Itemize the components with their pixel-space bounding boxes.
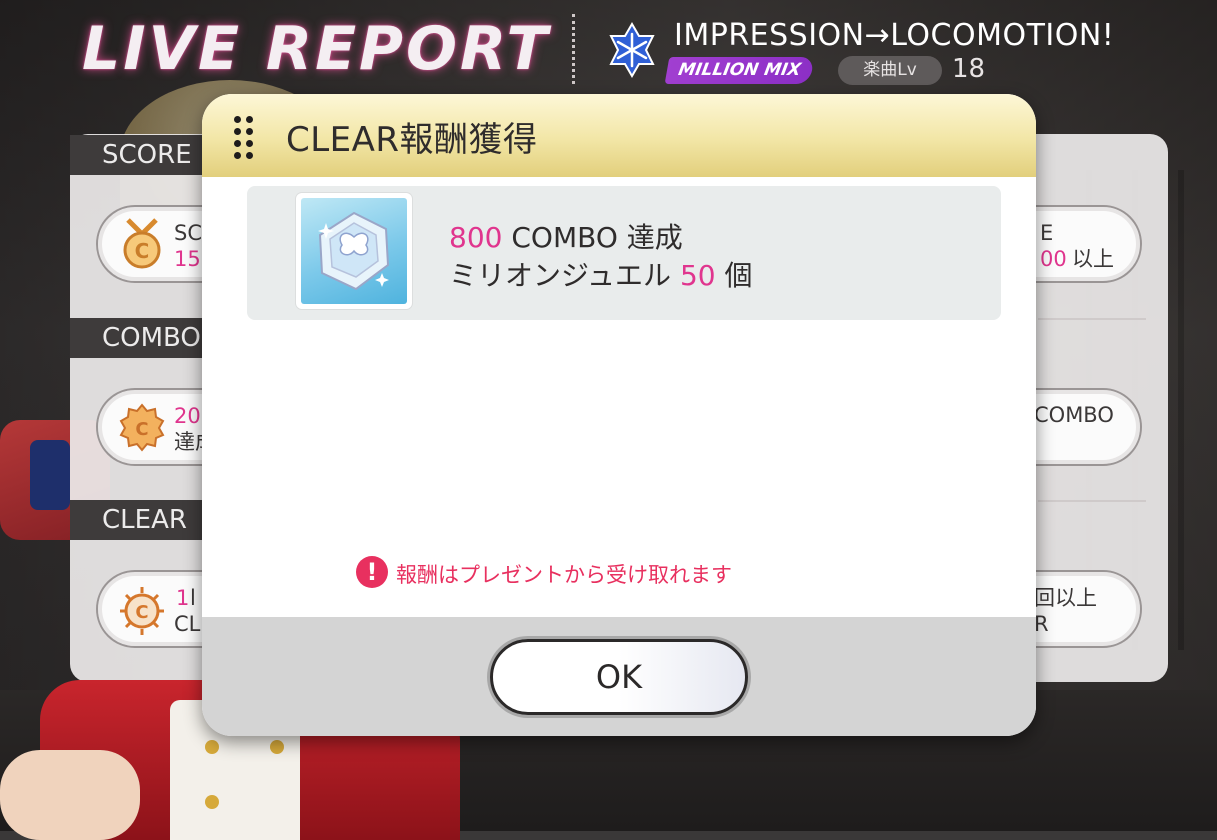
combo-target-line1: COMBO [1034, 403, 1114, 427]
clear-mission-line1: 1 [176, 586, 190, 610]
combo-mission-line1: 20 [174, 404, 201, 428]
clear-mission-line2: CL [174, 612, 201, 636]
score-mission-line1: SC [174, 221, 202, 245]
song-title: IMPRESSION→LOCOMOTION! [674, 18, 1115, 53]
panel-divider [1038, 318, 1146, 320]
dialog-title: CLEAR報酬獲得 [286, 120, 538, 160]
reward-icon-frame [296, 193, 412, 309]
live-report-title: LIVE REPORT [82, 14, 551, 84]
dialog-header: CLEAR報酬獲得 [202, 94, 1036, 177]
score-target-line1: E [1040, 221, 1054, 245]
score-target-value: 00 [1040, 247, 1067, 271]
clear-target-line2: R [1034, 612, 1049, 636]
grip-icon [234, 116, 256, 160]
character-cuff [30, 440, 70, 510]
combo-text: COMBO 達成 [511, 221, 683, 254]
character-button [205, 740, 219, 754]
notice-text: 報酬はプレゼントから受け取れます [396, 563, 732, 587]
combo-medal-icon: C [119, 403, 165, 452]
reward-item-count: 50 [679, 259, 716, 292]
combo-count: 800 [449, 221, 503, 254]
million-mix-badge: MILLION MIX [664, 57, 815, 84]
header-divider [572, 14, 575, 84]
ok-button[interactable]: OK [490, 639, 748, 715]
reward-item: ミリオンジュエル 50 個 [449, 254, 753, 294]
character-button [205, 795, 219, 809]
clear-reward-dialog: CLEAR報酬獲得 800 COMBO 達成 ミリオンジュエル 50 個 ! 報… [202, 94, 1036, 736]
clear-medal-icon: C [120, 587, 164, 635]
reward-item-unit: 個 [724, 259, 753, 292]
reward-item-card: 800 COMBO 達成 ミリオンジュエル 50 個 [247, 186, 1001, 320]
exclamation-icon: ! [356, 556, 388, 588]
dialog-footer: OK [202, 617, 1036, 736]
million-jewel-icon [318, 211, 390, 291]
song-level-label: 楽曲Lv [838, 56, 942, 85]
score-medal-icon: C [123, 218, 161, 269]
clear-target-line1: 回以上 [1034, 586, 1097, 610]
reward-item-name: ミリオンジュエル [449, 259, 672, 292]
svg-text:C: C [135, 419, 148, 440]
score-target-suffix: 以上 [1072, 247, 1114, 271]
clear-mission-line1-tail: l [190, 586, 196, 610]
reward-condition: 800 COMBO 達成 [449, 216, 683, 256]
score-mission-line2: 15 [174, 247, 201, 271]
song-level-value: 18 [952, 54, 986, 84]
character-button [270, 740, 284, 754]
svg-text:C: C [135, 602, 148, 623]
svg-text:C: C [135, 239, 150, 263]
character-hand [0, 750, 140, 840]
snowflake-icon [609, 22, 655, 78]
panel-divider [1038, 500, 1146, 502]
